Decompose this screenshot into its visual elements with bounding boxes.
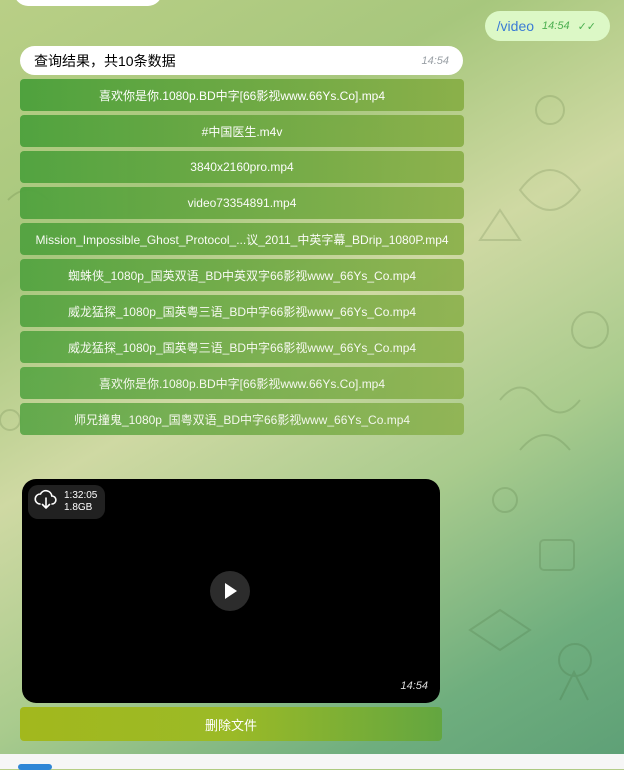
file-button[interactable]: video73354891.mp4 xyxy=(20,187,464,219)
file-button[interactable]: 3840x2160pro.mp4 xyxy=(20,151,464,183)
video-meta: 1:32:05 1.8GB xyxy=(64,490,97,514)
double-check-icon: ✓✓ xyxy=(577,20,596,33)
result-time: 14:54 xyxy=(421,54,449,67)
file-button[interactable]: 喜欢你是你.1080p.BD中字[66影视www.66Ys.Co].mp4 xyxy=(20,79,464,111)
outgoing-command-message[interactable]: /video 14:54 ✓✓ xyxy=(484,11,610,41)
result-message: 查询结果，共10条数据 14:54 xyxy=(20,46,463,75)
home-indicator xyxy=(18,764,52,770)
download-badge[interactable]: 1:32:05 1.8GB xyxy=(28,485,106,519)
cloud-download-icon[interactable] xyxy=(34,489,58,516)
video-duration: 1:32:05 xyxy=(64,490,98,501)
file-button[interactable]: 威龙猛探_1080p_国英粤三语_BD中字66影视www_66Ys_Co.mp4 xyxy=(20,295,464,327)
file-button[interactable]: 师兄撞鬼_1080p_国粤双语_BD中字66影视www_66Ys_Co.mp4 xyxy=(20,403,464,435)
previous-message-bubble xyxy=(14,0,162,6)
video-size: 1.8GB xyxy=(64,502,93,513)
file-button-list: 喜欢你是你.1080p.BD中字[66影视www.66Ys.Co].mp4 #中… xyxy=(20,79,464,439)
message-time: 14:54 xyxy=(542,20,570,32)
delete-file-button[interactable]: 删除文件 xyxy=(20,707,442,741)
video-time: 14:54 xyxy=(400,680,428,692)
bottom-bar xyxy=(0,754,624,770)
play-icon xyxy=(225,583,237,599)
file-button[interactable]: Mission_Impossible_Ghost_Protocol_...议_2… xyxy=(20,223,464,255)
file-button[interactable]: #中国医生.m4v xyxy=(20,115,464,147)
command-text[interactable]: /video xyxy=(497,18,534,34)
file-button[interactable]: 威龙猛探_1080p_国英粤三语_BD中字66影视www_66Ys_Co.mp4 xyxy=(20,331,464,363)
play-button[interactable] xyxy=(210,571,250,611)
file-button[interactable]: 蜘蛛侠_1080p_国英双语_BD中英双字66影视www_66Ys_Co.mp4 xyxy=(20,259,464,291)
video-message[interactable]: 1:32:05 1.8GB 14:54 xyxy=(22,479,440,703)
result-text: 查询结果，共10条数据 xyxy=(34,52,176,69)
file-button[interactable]: 喜欢你是你.1080p.BD中字[66影视www.66Ys.Co].mp4 xyxy=(20,367,464,399)
